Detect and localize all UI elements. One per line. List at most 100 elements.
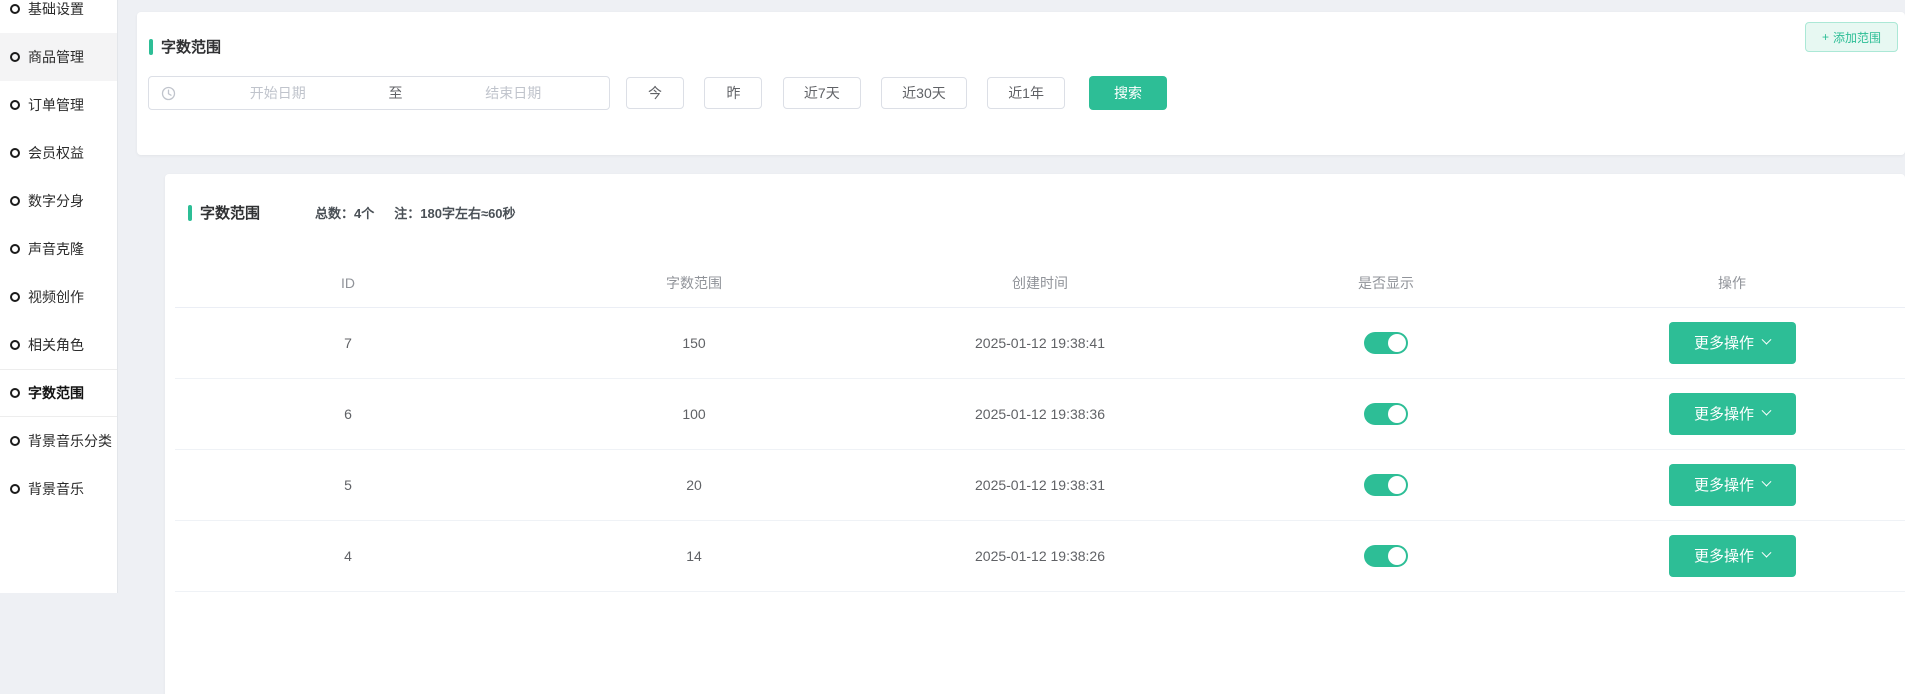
total-count-label: 总数：4个 (315, 203, 374, 222)
add-range-label: 添加范围 (1833, 29, 1881, 46)
sidebar-item-label: 背景音乐分类 (28, 431, 112, 451)
date-start-placeholder: 开始日期 (182, 83, 374, 103)
radio-circle-icon (10, 244, 20, 254)
column-header: ID (175, 259, 521, 307)
quick-range-button-近7天[interactable]: 近7天 (783, 77, 861, 109)
sidebar-item-字数范围[interactable]: 字数范围 (0, 369, 117, 417)
cell-id: 4 (175, 520, 521, 591)
sidebar-item-label: 数字分身 (28, 191, 84, 211)
date-range-separator: 至 (374, 83, 418, 103)
title-accent-bar (149, 39, 153, 55)
sidebar-item-会员权益[interactable]: 会员权益 (0, 129, 117, 177)
radio-circle-icon (10, 340, 20, 350)
sidebar-item-基础设置[interactable]: 基础设置 (0, 0, 117, 33)
radio-circle-icon (10, 388, 20, 398)
date-range-input[interactable]: 开始日期 至 结束日期 (148, 76, 610, 110)
toggle-knob (1388, 405, 1406, 423)
visibility-toggle[interactable] (1364, 403, 1408, 425)
title-accent-bar (188, 205, 192, 221)
more-actions-label: 更多操作 (1694, 474, 1754, 495)
sidebar-item-视频创作[interactable]: 视频创作 (0, 273, 117, 321)
chevron-down-icon (1762, 335, 1772, 345)
chevron-down-icon (1762, 477, 1772, 487)
filter-row: 开始日期 至 结束日期 今 昨 近7天 近30天 近1年 搜索 (148, 76, 1167, 110)
quick-range-button-近30天[interactable]: 近30天 (881, 77, 967, 109)
column-header: 创建时间 (867, 259, 1213, 307)
cell-range: 150 (521, 307, 867, 378)
radio-circle-icon (10, 436, 20, 446)
radio-circle-icon (10, 4, 20, 14)
radio-circle-icon (10, 196, 20, 206)
sidebar-item-label: 会员权益 (28, 143, 84, 163)
visibility-toggle[interactable] (1364, 545, 1408, 567)
filter-card-title: 字数范围 (149, 36, 221, 57)
more-actions-button[interactable]: 更多操作 (1669, 464, 1796, 506)
cell-range: 100 (521, 378, 867, 449)
note-label: 注：180字左右≈60秒 (394, 203, 515, 222)
cell-created: 2025-01-12 19:38:26 (867, 520, 1213, 591)
visibility-toggle[interactable] (1364, 474, 1408, 496)
sidebar-item-label: 背景音乐 (28, 479, 84, 499)
sidebar-item-订单管理[interactable]: 订单管理 (0, 81, 117, 129)
toggle-knob (1388, 334, 1406, 352)
table-title-text: 字数范围 (200, 202, 260, 223)
filter-card: 字数范围 + 添加范围 开始日期 至 结束日期 今 昨 近7天 近30天 近1年 (137, 12, 1905, 155)
column-header: 操作 (1559, 259, 1905, 307)
table-card-header: 字数范围 总数：4个 注：180字左右≈60秒 (165, 174, 1905, 223)
sidebar-item-label: 字数范围 (28, 383, 84, 403)
more-actions-button[interactable]: 更多操作 (1669, 322, 1796, 364)
table-card: 字数范围 总数：4个 注：180字左右≈60秒 ID字数范围创建时间是否显示操作… (165, 174, 1905, 694)
plus-icon: + (1822, 30, 1829, 44)
cell-created: 2025-01-12 19:38:31 (867, 449, 1213, 520)
cell-id: 5 (175, 449, 521, 520)
toggle-knob (1388, 476, 1406, 494)
more-actions-label: 更多操作 (1694, 545, 1754, 566)
sidebar-item-label: 相关角色 (28, 335, 84, 355)
sidebar-item-声音克隆[interactable]: 声音克隆 (0, 225, 117, 273)
app-root: 基础设置 商品管理 订单管理 会员权益 数字分身 声音克隆 视频创作 相关角色 … (0, 0, 1905, 593)
radio-circle-icon (10, 484, 20, 494)
sidebar-item-label: 基础设置 (28, 0, 84, 19)
sidebar-item-label: 视频创作 (28, 287, 84, 307)
more-actions-label: 更多操作 (1694, 403, 1754, 424)
table-row: 6 100 2025-01-12 19:38:36 更多操作 (175, 378, 1905, 449)
quick-range-group: 今 昨 近7天 近30天 近1年 (610, 77, 1065, 109)
date-end-placeholder: 结束日期 (418, 83, 610, 103)
visibility-toggle[interactable] (1364, 332, 1408, 354)
table-stats: 总数：4个 注：180字左右≈60秒 (315, 203, 516, 222)
more-actions-button[interactable]: 更多操作 (1669, 535, 1796, 577)
ranges-table: ID字数范围创建时间是否显示操作 7 150 2025-01-12 19:38:… (175, 259, 1905, 592)
chevron-down-icon (1762, 548, 1772, 558)
search-button[interactable]: 搜索 (1089, 76, 1167, 110)
cell-range: 20 (521, 449, 867, 520)
radio-circle-icon (10, 52, 20, 62)
sidebar-item-数字分身[interactable]: 数字分身 (0, 177, 117, 225)
radio-circle-icon (10, 148, 20, 158)
quick-range-button-今[interactable]: 今 (626, 77, 684, 109)
cell-id: 6 (175, 378, 521, 449)
more-actions-label: 更多操作 (1694, 332, 1754, 353)
cell-id: 7 (175, 307, 521, 378)
sidebar-item-商品管理[interactable]: 商品管理 (0, 33, 117, 81)
table-row: 5 20 2025-01-12 19:38:31 更多操作 (175, 449, 1905, 520)
quick-range-button-昨[interactable]: 昨 (704, 77, 762, 109)
column-header: 是否显示 (1213, 259, 1559, 307)
sidebar: 基础设置 商品管理 订单管理 会员权益 数字分身 声音克隆 视频创作 相关角色 … (0, 0, 118, 593)
add-range-button[interactable]: + 添加范围 (1805, 22, 1898, 52)
sidebar-item-label: 商品管理 (28, 47, 84, 67)
cell-range: 14 (521, 520, 867, 591)
sidebar-list: 基础设置 商品管理 订单管理 会员权益 数字分身 声音克隆 视频创作 相关角色 … (0, 0, 117, 513)
sidebar-item-相关角色[interactable]: 相关角色 (0, 321, 117, 369)
table-card-title: 字数范围 (188, 202, 260, 223)
sidebar-item-背景音乐[interactable]: 背景音乐 (0, 465, 117, 513)
chevron-down-icon (1762, 406, 1772, 416)
column-header: 字数范围 (521, 259, 867, 307)
quick-range-button-近1年[interactable]: 近1年 (987, 77, 1065, 109)
toggle-knob (1388, 547, 1406, 565)
sidebar-item-背景音乐分类[interactable]: 背景音乐分类 (0, 417, 117, 465)
cell-created: 2025-01-12 19:38:36 (867, 378, 1213, 449)
more-actions-button[interactable]: 更多操作 (1669, 393, 1796, 435)
radio-circle-icon (10, 100, 20, 110)
cell-created: 2025-01-12 19:38:41 (867, 307, 1213, 378)
table-header-row: ID字数范围创建时间是否显示操作 (175, 259, 1905, 307)
